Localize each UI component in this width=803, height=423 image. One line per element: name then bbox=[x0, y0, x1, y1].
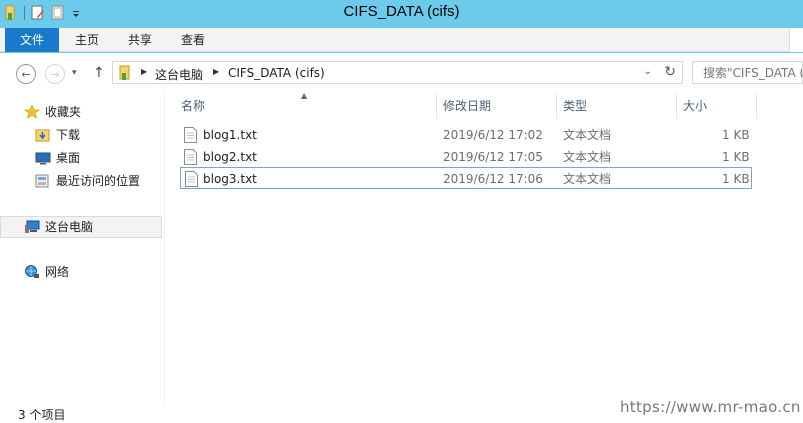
file-size: 1 KB bbox=[722, 128, 750, 142]
text-file-icon bbox=[184, 149, 197, 165]
chevron-down-icon[interactable]: ⌄ bbox=[644, 66, 652, 77]
nav-label: 最近访问的位置 bbox=[56, 174, 141, 188]
chevron-right-icon[interactable]: ▶ bbox=[213, 67, 219, 76]
search-input[interactable] bbox=[693, 62, 802, 83]
file-name: blog1.txt bbox=[203, 128, 257, 142]
file-list: ▲ 名称 修改日期 类型 大小 blog1.txt 2019/6/12 17:0… bbox=[175, 91, 803, 404]
back-button[interactable]: ← bbox=[16, 64, 36, 84]
up-button[interactable]: ↑ bbox=[93, 65, 105, 81]
nav-item-desktop[interactable]: 桌面 bbox=[0, 147, 162, 169]
table-row[interactable]: blog1.txt 2019/6/12 17:02 文本文档 1 KB bbox=[180, 124, 752, 146]
item-count: 3 个项目 bbox=[18, 408, 66, 422]
recent-locations-dropdown[interactable]: ▾ bbox=[72, 68, 77, 78]
breadcrumb-current[interactable]: CIFS_DATA (cifs) bbox=[228, 66, 325, 80]
tab-view[interactable]: 查看 bbox=[169, 28, 217, 52]
computer-icon bbox=[25, 220, 40, 233]
star-icon bbox=[24, 105, 40, 119]
window-title: CIFS_DATA (cifs) bbox=[343, 3, 460, 20]
forward-button[interactable]: → bbox=[45, 64, 65, 84]
nav-item-this-pc[interactable]: 这台电脑 bbox=[0, 216, 162, 238]
file-type: 文本文档 bbox=[563, 150, 612, 164]
file-name: blog2.txt bbox=[203, 150, 257, 164]
nav-label: 收藏夹 bbox=[45, 105, 82, 119]
title-bar: CIFS_DATA (cifs) bbox=[0, 0, 803, 28]
column-header-type[interactable]: 类型 bbox=[557, 94, 677, 119]
table-row[interactable]: blog3.txt 2019/6/12 17:06 文本文档 1 KB bbox=[180, 167, 752, 189]
tab-home[interactable]: 主页 bbox=[63, 28, 111, 52]
network-icon bbox=[25, 265, 39, 278]
nav-label: 这台电脑 bbox=[45, 220, 94, 234]
watermark-text: https://www.mr-mao.cn bbox=[620, 398, 801, 416]
tab-file[interactable]: 文件 bbox=[5, 28, 59, 52]
breadcrumb-this-pc[interactable]: 这台电脑 bbox=[155, 66, 203, 83]
nav-item-network[interactable]: 网络 bbox=[0, 261, 162, 283]
explorer-window: CIFS_DATA (cifs) 文件 主页 共享 查看 ← → ▾ ↑ ▶ 这… bbox=[0, 0, 803, 423]
desktop-icon bbox=[35, 152, 51, 165]
text-file-icon bbox=[184, 127, 197, 143]
refresh-icon[interactable]: ↻ bbox=[664, 64, 676, 80]
chevron-right-icon[interactable]: ▶ bbox=[141, 67, 147, 76]
drive-folder-icon bbox=[119, 65, 130, 80]
tab-share[interactable]: 共享 bbox=[116, 28, 164, 52]
nav-item-downloads[interactable]: 下载 bbox=[0, 124, 162, 146]
column-header-size[interactable]: 大小 bbox=[677, 94, 757, 119]
file-type: 文本文档 bbox=[563, 172, 612, 186]
ribbon-tabs: 文件 主页 共享 查看 bbox=[0, 28, 803, 52]
file-name: blog3.txt bbox=[203, 172, 257, 186]
address-bar[interactable]: ▶ 这台电脑 ▶ CIFS_DATA (cifs) ⌄ ↻ bbox=[112, 61, 683, 84]
column-header-modified[interactable]: 修改日期 bbox=[437, 94, 557, 119]
column-header-name[interactable]: 名称 bbox=[175, 94, 437, 119]
pane-divider[interactable] bbox=[164, 91, 165, 404]
file-modified: 2019/6/12 17:02 bbox=[443, 128, 543, 142]
address-row: ← → ▾ ↑ ▶ 这台电脑 ▶ CIFS_DATA (cifs) ⌄ ↻ bbox=[0, 53, 803, 91]
arrow-left-icon: ← bbox=[21, 67, 31, 81]
file-type: 文本文档 bbox=[563, 128, 612, 142]
nav-item-recent[interactable]: 最近访问的位置 bbox=[0, 170, 162, 192]
recent-places-icon bbox=[35, 174, 49, 188]
table-row[interactable]: blog2.txt 2019/6/12 17:05 文本文档 1 KB bbox=[180, 146, 752, 168]
search-box[interactable] bbox=[692, 61, 803, 84]
nav-label: 网络 bbox=[45, 265, 70, 279]
file-modified: 2019/6/12 17:05 bbox=[443, 150, 543, 164]
file-size: 1 KB bbox=[722, 172, 750, 186]
main-content: 收藏夹 下载 桌面 最近访问的位置 这台电脑 网络 ▲ 名称 修改日期 类型 大… bbox=[0, 91, 803, 404]
navigation-pane: 收藏夹 下载 桌面 最近访问的位置 这台电脑 网络 bbox=[0, 91, 162, 404]
nav-label: 桌面 bbox=[56, 151, 81, 165]
ribbon-expand-button[interactable] bbox=[789, 28, 803, 52]
file-modified: 2019/6/12 17:06 bbox=[443, 172, 543, 186]
nav-label: 下载 bbox=[56, 128, 81, 142]
file-size: 1 KB bbox=[722, 150, 750, 164]
text-file-icon bbox=[185, 171, 198, 187]
downloads-icon bbox=[35, 129, 50, 142]
nav-item-favorites[interactable]: 收藏夹 bbox=[0, 101, 162, 123]
arrow-right-icon: → bbox=[50, 67, 60, 81]
